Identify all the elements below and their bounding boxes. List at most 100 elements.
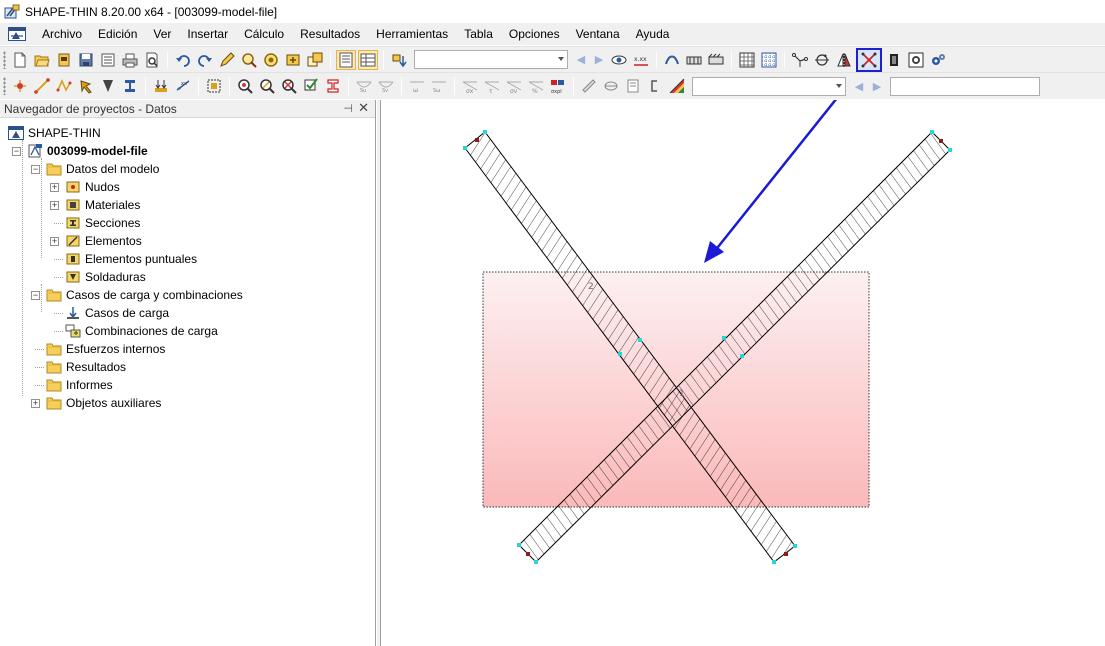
previous-arrow-icon[interactable]: ◀ xyxy=(572,50,590,70)
tree-item-combinaciones-de-carga[interactable]: Combinaciones de carga xyxy=(65,322,218,340)
new-polyline-icon[interactable] xyxy=(54,76,74,96)
grid-icon[interactable] xyxy=(737,50,757,70)
new-point-element-icon[interactable] xyxy=(76,76,96,96)
menu-opciones[interactable]: Opciones xyxy=(501,23,568,45)
tree-item-objetos-auxiliares[interactable]: Objetos auxiliares xyxy=(46,394,161,412)
toolbar-grip[interactable] xyxy=(3,50,6,69)
tree-item-nudos[interactable]: Nudos xyxy=(65,178,120,196)
expand-icon[interactable]: + xyxy=(50,237,59,246)
zoom-element-icon[interactable] xyxy=(257,76,277,96)
node-marker[interactable] xyxy=(638,338,642,342)
document-system-menu-icon[interactable] xyxy=(8,27,26,41)
open-folder-icon[interactable] xyxy=(32,50,52,70)
snap-grid-icon[interactable] xyxy=(759,50,779,70)
collapse-icon[interactable]: − xyxy=(31,291,40,300)
menu-ayuda[interactable]: Ayuda xyxy=(628,23,678,45)
edit-element-icon[interactable] xyxy=(217,50,237,70)
ruler-icon[interactable] xyxy=(579,76,599,96)
expand-icon[interactable]: + xyxy=(50,183,59,192)
node-marker[interactable] xyxy=(772,560,776,564)
node-marker[interactable] xyxy=(722,336,726,340)
copy-window-icon[interactable] xyxy=(305,50,325,70)
result-tau-icon[interactable]: τ xyxy=(482,76,502,96)
next-arrow-icon[interactable]: ▶ xyxy=(590,50,608,70)
intersect-elements-icon[interactable] xyxy=(856,47,882,72)
tree-item-datos-del-modelo[interactable]: Datos del modelo xyxy=(46,160,159,178)
section-properties-icon[interactable] xyxy=(906,50,926,70)
check-icon[interactable] xyxy=(301,76,321,96)
table-view-icon[interactable] xyxy=(623,76,643,96)
dimension-icon[interactable] xyxy=(684,50,704,70)
result-values-icon[interactable]: x.xx xyxy=(631,50,651,70)
menu-insertar[interactable]: Insertar xyxy=(179,23,236,45)
load-case-select[interactable] xyxy=(414,50,568,69)
new-element-icon[interactable] xyxy=(32,76,52,96)
node-marker[interactable] xyxy=(948,148,952,152)
tree-item-casos-de-carga-y-combinaciones[interactable]: Casos de carga y combinaciones xyxy=(46,286,243,304)
undo-icon[interactable] xyxy=(173,50,193,70)
panel-splitter[interactable] xyxy=(377,100,381,646)
tree-item-casos-de-carga[interactable]: Casos de carga xyxy=(65,304,169,322)
new-node-icon[interactable] xyxy=(10,76,30,96)
node-marker[interactable] xyxy=(517,543,521,547)
tree-item-materiales[interactable]: Materiales xyxy=(65,196,140,214)
menu-resultados[interactable]: Resultados xyxy=(292,23,368,45)
node-marker[interactable] xyxy=(618,352,622,356)
node-marker[interactable] xyxy=(534,560,538,564)
result-su-icon[interactable]: Su xyxy=(354,76,374,96)
display-option-select[interactable] xyxy=(692,76,846,96)
node-marker[interactable] xyxy=(793,544,797,548)
new-weld-icon[interactable] xyxy=(98,76,118,96)
mirror-icon[interactable] xyxy=(834,50,854,70)
model-data-icon[interactable] xyxy=(98,50,118,70)
pin-icon[interactable]: ⊣ xyxy=(343,102,353,115)
add-node-icon[interactable] xyxy=(283,50,303,70)
node-marker[interactable] xyxy=(740,354,744,358)
tree-item-soldaduras[interactable]: Soldaduras xyxy=(65,268,146,286)
end-node-marker[interactable] xyxy=(939,139,943,143)
thickness-icon[interactable] xyxy=(884,50,904,70)
tree-item-elementos[interactable]: Elementos xyxy=(65,232,142,250)
result-omega-icon[interactable]: ω xyxy=(407,76,427,96)
toolbar-grip[interactable] xyxy=(3,77,6,95)
menu-ventana[interactable]: Ventana xyxy=(568,23,628,45)
select-parts-icon[interactable] xyxy=(204,76,224,96)
new-section-icon[interactable] xyxy=(120,76,140,96)
menu-calculo[interactable]: Cálculo xyxy=(236,23,292,45)
menu-archivo[interactable]: Archivo xyxy=(34,23,90,45)
end-node-marker[interactable] xyxy=(526,552,530,556)
save-icon[interactable] xyxy=(76,50,96,70)
tree-item-esfuerzos-internos[interactable]: Esfuerzos internos xyxy=(46,340,165,358)
ellipse-icon[interactable] xyxy=(601,76,621,96)
result-sigma-x-icon[interactable]: σx xyxy=(460,76,480,96)
expand-icon[interactable]: + xyxy=(31,399,40,408)
show-results-icon[interactable] xyxy=(609,50,629,70)
node-marker[interactable] xyxy=(483,130,487,134)
node-marker[interactable] xyxy=(463,146,467,150)
new-dimension-icon[interactable]: xx xyxy=(173,76,193,96)
tree-item-elementos-puntuales[interactable]: Elementos puntuales xyxy=(65,250,197,268)
tree-item-003099-model-file[interactable]: 003099-model-file xyxy=(27,142,148,160)
close-icon[interactable]: ✕ xyxy=(358,100,369,116)
zoom-all-icon[interactable] xyxy=(261,50,281,70)
color-scale-icon[interactable] xyxy=(667,76,687,96)
result-percent-icon[interactable]: % xyxy=(526,76,546,96)
redo-icon[interactable] xyxy=(195,50,215,70)
tree-item-informes[interactable]: Informes xyxy=(46,376,113,394)
result-sigma-xpl-icon[interactable]: σxpl xyxy=(548,76,568,96)
new-file-icon[interactable] xyxy=(10,50,30,70)
settings-gears-icon[interactable] xyxy=(928,50,948,70)
rotate-icon[interactable] xyxy=(812,50,832,70)
expand-icon[interactable]: + xyxy=(50,201,59,210)
drawing-canvas[interactable]: 2 1 xyxy=(382,100,1105,646)
connect-lines-icon[interactable] xyxy=(790,50,810,70)
i-profile-icon[interactable] xyxy=(323,76,343,96)
menu-edicion[interactable]: Edición xyxy=(90,23,145,45)
print-icon[interactable] xyxy=(120,50,140,70)
load-case-icon[interactable] xyxy=(389,50,409,70)
end-node-marker[interactable] xyxy=(475,138,479,142)
menu-ver[interactable]: Ver xyxy=(145,23,179,45)
delete-zoom-icon[interactable] xyxy=(279,76,299,96)
tree-item-resultados[interactable]: Resultados xyxy=(46,358,126,376)
previous-arrow-icon[interactable]: ◀ xyxy=(850,76,868,96)
